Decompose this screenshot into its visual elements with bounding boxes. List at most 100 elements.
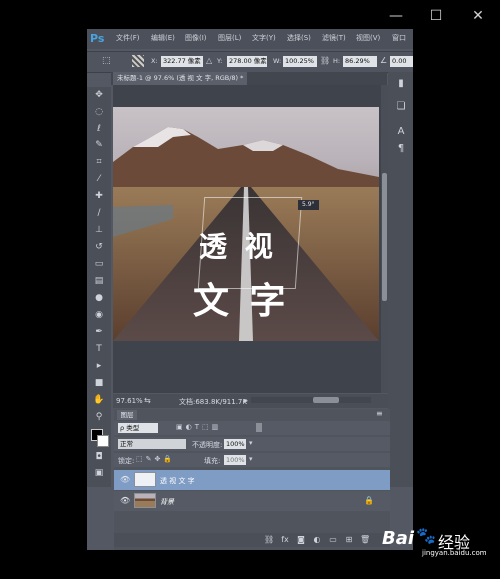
scroll-thumb[interactable]	[382, 173, 387, 301]
close-button[interactable]: ✕	[470, 8, 486, 24]
path-select-tool-icon[interactable]: ▸	[91, 360, 107, 372]
x-field[interactable]: 322.77 像素	[161, 56, 203, 67]
vertical-scrollbar[interactable]	[381, 85, 388, 393]
zoom-tool-icon[interactable]: ⚲	[91, 411, 107, 423]
layer-row[interactable]: 👁 背景 🔒	[114, 491, 390, 511]
opacity-dropdown-icon[interactable]: ▾	[249, 439, 253, 447]
menu-filter[interactable]: 滤镜(T)	[322, 33, 346, 43]
reference-point-icon[interactable]	[132, 55, 144, 67]
fx-icon[interactable]: fx	[280, 535, 290, 545]
shape-tool-icon[interactable]: ■	[91, 377, 107, 389]
filter-type-select[interactable]: ρ 类型	[118, 423, 158, 433]
zoom-level[interactable]: 97.61%	[116, 397, 143, 405]
filter-toggle[interactable]	[256, 423, 262, 432]
quick-mask-icon[interactable]: ◘	[91, 451, 107, 463]
character-panel-icon[interactable]: A	[394, 125, 408, 139]
fill-field[interactable]: 100%	[224, 455, 246, 465]
menu-select[interactable]: 选择(S)	[287, 33, 311, 43]
canvas-image[interactable]: 透 视 文 字 5.9°	[113, 107, 379, 341]
screen-mode-icon[interactable]: ▣	[91, 467, 107, 479]
status-bar: 97.61% ⇆ 文档:683.8K/911.7K ▸	[113, 394, 388, 408]
h-field[interactable]: 86.29%	[343, 56, 377, 67]
minimize-button[interactable]: —	[388, 8, 404, 24]
blend-mode-select[interactable]: 正常	[118, 439, 186, 449]
layers-tab[interactable]: 图层	[117, 410, 137, 420]
move-tool-icon[interactable]: ✥	[91, 89, 107, 101]
menu-bar: Ps 文件(F) 编辑(E) 图像(I) 图层(L) 文字(Y) 选择(S) 滤…	[87, 29, 413, 49]
gradient-tool-icon[interactable]: ▤	[91, 275, 107, 287]
layer-name[interactable]: 透 视 文 字	[160, 476, 195, 486]
tools-panel: ✥ ◌ ℓ ✎ ⌗ ⁄ ✚ ∕ ⊥ ↺ ▭ ▤ ● ◉ ✒ T ▸ ■ ✋ ⚲ …	[87, 87, 111, 487]
menu-window[interactable]: 窗口	[392, 33, 406, 43]
visibility-eye-icon[interactable]: 👁	[120, 496, 130, 506]
background-color-swatch[interactable]	[97, 435, 109, 447]
lock-icons[interactable]: ⬚✎✥🔒	[136, 455, 175, 463]
dodge-tool-icon[interactable]: ◉	[91, 309, 107, 321]
canvas-text-line2: 文 字	[193, 281, 290, 322]
fill-dropdown-icon[interactable]: ▾	[249, 455, 253, 463]
paw-icon: 🐾	[416, 526, 436, 545]
status-menu-icon[interactable]: ▸	[244, 396, 248, 405]
menu-type[interactable]: 文字(Y)	[252, 33, 276, 43]
healing-tool-icon[interactable]: ✚	[91, 190, 107, 202]
new-group-icon[interactable]: ▭	[328, 535, 338, 545]
adjustment-layer-icon[interactable]: ◐	[312, 535, 322, 545]
quick-select-tool-icon[interactable]: ✎	[91, 139, 107, 151]
stamp-tool-icon[interactable]: ⊥	[91, 224, 107, 236]
horizontal-scrollbar[interactable]	[251, 397, 371, 403]
brush-tool-icon[interactable]: ∕	[91, 207, 107, 219]
background-layer-thumbnail	[134, 493, 156, 508]
h-label: H:	[333, 57, 341, 65]
angle-field[interactable]: 0.00	[390, 56, 413, 67]
w-label: W:	[273, 57, 282, 65]
paragraph-panel-icon[interactable]: ¶	[394, 142, 408, 156]
lock-icon: 🔒	[364, 496, 374, 505]
marquee-tool-icon[interactable]: ◌	[91, 106, 107, 118]
x-label: X:	[151, 57, 158, 65]
y-field[interactable]: 278.00 像素	[227, 56, 267, 67]
link-layers-icon[interactable]: ⛓	[264, 535, 274, 545]
history-brush-tool-icon[interactable]: ↺	[91, 241, 107, 253]
hand-tool-icon[interactable]: ✋	[91, 394, 107, 406]
eraser-tool-icon[interactable]: ▭	[91, 258, 107, 270]
transform-tool-icon[interactable]: ⬚	[102, 56, 111, 66]
menu-file[interactable]: 文件(F)	[116, 33, 140, 43]
maximize-button[interactable]: ☐	[428, 8, 444, 24]
opacity-field[interactable]: 100%	[224, 439, 246, 449]
adjustments-panel-icon[interactable]: ❏	[394, 100, 408, 114]
link-icon[interactable]: ⛓	[320, 56, 330, 65]
pen-tool-icon[interactable]: ✒	[91, 326, 107, 338]
history-panel-icon[interactable]: ▮	[394, 77, 408, 91]
panel-menu-icon[interactable]: ≡	[376, 409, 383, 418]
add-mask-icon[interactable]: ◙	[296, 535, 306, 545]
delta-icon[interactable]: △	[206, 56, 212, 65]
share-icon[interactable]: ⇆	[144, 396, 151, 405]
w-field[interactable]: 100.25%	[283, 56, 317, 67]
visibility-eye-icon[interactable]: 👁	[120, 475, 130, 485]
options-bar: ⬚ X: 322.77 像素 △ Y: 278.00 像素 W: 100.25%…	[87, 51, 413, 73]
delete-layer-icon[interactable]: 🗑	[360, 535, 370, 545]
filter-icons[interactable]: ▣◐T⬚▥	[176, 423, 221, 431]
lock-row: 锁定: ⬚✎✥🔒 填充: 100% ▾	[114, 453, 390, 467]
menu-image[interactable]: 图像(I)	[185, 33, 207, 43]
blur-tool-icon[interactable]: ●	[91, 292, 107, 304]
menu-layer[interactable]: 图层(L)	[218, 33, 241, 43]
eyedropper-tool-icon[interactable]: ⁄	[91, 173, 107, 185]
menu-edit[interactable]: 编辑(E)	[151, 33, 175, 43]
lock-label: 锁定:	[118, 457, 135, 465]
baidu-watermark: Bai 🐾 经验 jingyan.baidu.com	[380, 526, 495, 558]
new-layer-icon[interactable]: ⊞	[344, 535, 354, 545]
layer-name[interactable]: 背景	[160, 497, 174, 507]
layer-row[interactable]: 👁 透 视 文 字	[114, 470, 390, 490]
angle-readout: 5.9°	[298, 200, 319, 210]
text-layer-thumbnail	[134, 472, 156, 487]
document-tab[interactable]: 未标题-1 @ 97.6% (透 视 文 字, RGB/8) *	[113, 72, 248, 85]
type-tool-icon[interactable]: T	[91, 343, 107, 355]
horizontal-scroll-thumb[interactable]	[313, 397, 339, 403]
menu-view[interactable]: 视图(V)	[356, 33, 380, 43]
screen: { "menubar": { "logo": "Ps", "items": ["…	[0, 0, 500, 579]
opacity-label: 不透明度:	[192, 441, 223, 449]
lasso-tool-icon[interactable]: ℓ	[91, 123, 107, 135]
crop-tool-icon[interactable]: ⌗	[91, 156, 107, 168]
photoshop-window: Ps 文件(F) 编辑(E) 图像(I) 图层(L) 文字(Y) 选择(S) 滤…	[87, 29, 413, 550]
